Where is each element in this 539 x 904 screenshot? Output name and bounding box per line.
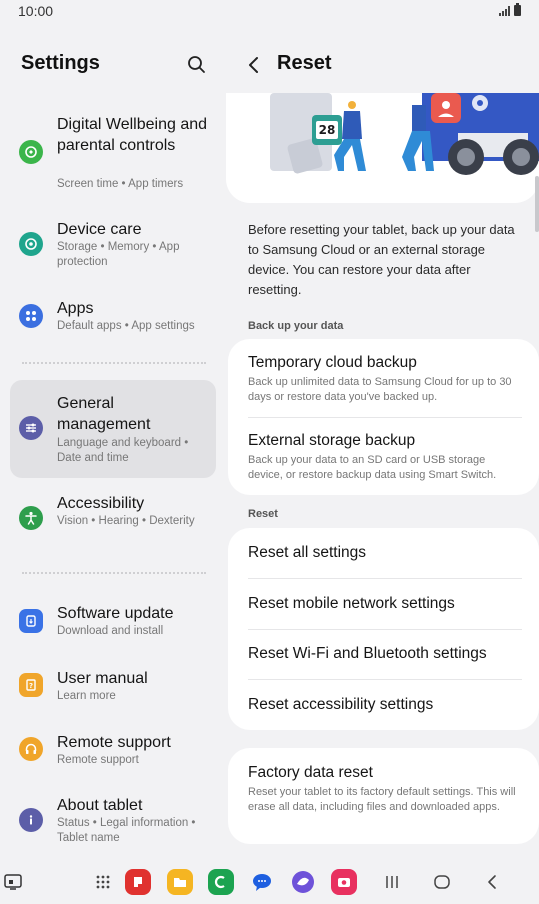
- menu-item-user-manual[interactable]: ? User manual Learn more: [10, 664, 216, 710]
- row-divider: [248, 417, 522, 418]
- reset-mobile-network-settings-row[interactable]: Reset mobile network settings: [248, 594, 523, 614]
- row-title: Reset accessibility settings: [248, 696, 434, 713]
- row-subtitle: Reset your tablet to its factory default…: [248, 786, 516, 813]
- external-storage-backup-row[interactable]: External storage backup Back up your dat…: [248, 431, 523, 483]
- calendar-date-label: 28: [318, 123, 336, 137]
- reset-detail-pane: Reset 28 Before resetting your tablet, b…: [226, 24, 539, 850]
- menu-item-subtitle: Vision • Hearing • Dexterity: [57, 515, 195, 527]
- menu-item-apps[interactable]: Apps Default apps • App settings: [10, 294, 216, 340]
- my-files-app-icon[interactable]: [167, 869, 193, 895]
- row-subtitle: Back up unlimited data to Samsung Cloud …: [248, 376, 512, 403]
- menu-item-title: Digital Wellbeing and parental controls: [57, 116, 208, 154]
- menu-item-remote-support[interactable]: Remote support Remote support: [10, 728, 216, 774]
- section-header-backup: Back up your data: [248, 320, 344, 332]
- search-icon[interactable]: [186, 54, 208, 76]
- navigation-bar: [0, 858, 539, 904]
- back-arrow-icon[interactable]: [244, 54, 264, 76]
- row-title: Reset mobile network settings: [248, 595, 455, 612]
- software-update-icon: [19, 609, 43, 633]
- section-divider: [22, 362, 206, 364]
- recent-apps-icon[interactable]: [379, 869, 405, 895]
- home-icon[interactable]: [429, 869, 455, 895]
- device-care-icon: [19, 232, 43, 256]
- row-title: Factory data reset: [248, 764, 373, 781]
- menu-item-subtitle: Default apps • App settings: [57, 320, 195, 332]
- menu-item-software-update[interactable]: Software update Download and install: [10, 600, 216, 646]
- menu-item-digital-wellbeing[interactable]: Digital Wellbeing and parental controls …: [10, 108, 216, 200]
- section-divider: [22, 572, 206, 574]
- page-title: Settings: [21, 52, 100, 74]
- back-nav-icon[interactable]: [479, 869, 505, 895]
- settings-list-pane: Settings Digital Wellbeing and parental …: [0, 24, 226, 850]
- menu-item-subtitle: Language and keyboard • Date and time: [57, 437, 189, 464]
- detail-title: Reset: [277, 52, 332, 74]
- scrollbar[interactable]: [535, 176, 539, 232]
- internet-app-icon[interactable]: [290, 869, 316, 895]
- row-divider: [248, 578, 522, 579]
- menu-item-title: Device care: [57, 221, 142, 238]
- reset-accessibility-settings-row[interactable]: Reset accessibility settings: [248, 695, 523, 715]
- menu-item-title: General management: [57, 395, 151, 433]
- menu-item-subtitle: Storage • Memory • App protection: [57, 241, 180, 268]
- backup-card: Temporary cloud backup Back up unlimited…: [228, 339, 539, 495]
- menu-item-subtitle: Status • Legal information • Tablet name: [57, 817, 196, 844]
- row-divider: [248, 629, 522, 630]
- accessibility-icon: [19, 506, 43, 530]
- user-manual-icon: ?: [19, 673, 43, 697]
- menu-item-subtitle: Learn more: [57, 690, 116, 702]
- menu-item-title: About tablet: [57, 797, 143, 814]
- menu-item-title: Accessibility: [57, 495, 145, 512]
- reset-options-card: Reset all settings Reset mobile network …: [228, 528, 539, 730]
- section-header-reset: Reset: [248, 508, 278, 520]
- menu-item-general-management[interactable]: General management Language and keyboard…: [10, 380, 216, 478]
- row-title: External storage backup: [248, 432, 416, 449]
- row-subtitle: Back up your data to an SD card or USB s…: [248, 454, 497, 481]
- factory-data-reset-row[interactable]: Factory data reset Reset your tablet to …: [248, 763, 523, 815]
- factory-reset-card: Factory data reset Reset your tablet to …: [228, 748, 539, 844]
- wellbeing-icon: [19, 140, 43, 164]
- sliders-icon: [19, 416, 43, 440]
- row-title: Temporary cloud backup: [248, 354, 417, 371]
- office-app-icon[interactable]: [125, 869, 151, 895]
- status-time: 10:00: [18, 3, 54, 19]
- status-icons: [499, 3, 521, 16]
- info-icon: [19, 808, 43, 832]
- menu-item-title: User manual: [57, 670, 148, 687]
- status-bar: 10:00: [0, 0, 539, 24]
- messages-app-icon[interactable]: [249, 869, 275, 895]
- camera-app-icon[interactable]: [331, 869, 357, 895]
- menu-item-accessibility[interactable]: Accessibility Vision • Hearing • Dexteri…: [10, 490, 216, 550]
- row-title: Reset all settings: [248, 544, 367, 561]
- reset-description: Before resetting your tablet, back up yo…: [248, 222, 515, 297]
- reset-all-settings-row[interactable]: Reset all settings: [248, 543, 523, 563]
- phone-app-icon[interactable]: [208, 869, 234, 895]
- app-drawer-icon[interactable]: [90, 869, 116, 895]
- menu-item-about-tablet[interactable]: About tablet Status • Legal information …: [10, 792, 216, 852]
- reset-wifi-bluetooth-settings-row[interactable]: Reset Wi-Fi and Bluetooth settings: [248, 644, 523, 664]
- menu-item-device-care[interactable]: Device care Storage • Memory • App prote…: [10, 214, 216, 274]
- battery-icon: [514, 3, 521, 16]
- menu-item-title: Apps: [57, 300, 94, 317]
- menu-item-subtitle: Download and install: [57, 625, 164, 637]
- screen-mirror-icon[interactable]: [0, 869, 26, 895]
- headset-icon: [19, 737, 43, 761]
- row-title: Reset Wi-Fi and Bluetooth settings: [248, 645, 487, 662]
- row-divider: [248, 679, 522, 680]
- apps-icon: [19, 304, 43, 328]
- svg-text:?: ?: [29, 682, 33, 690]
- menu-item-subtitle: Remote support: [57, 754, 139, 766]
- menu-item-title: Remote support: [57, 734, 171, 751]
- reset-illustration: 28: [226, 93, 539, 203]
- temporary-cloud-backup-row[interactable]: Temporary cloud backup Back up unlimited…: [248, 353, 523, 405]
- menu-item-title: Software update: [57, 605, 174, 622]
- menu-item-subtitle: Screen time • App timers: [57, 178, 184, 190]
- signal-icon: [499, 6, 510, 16]
